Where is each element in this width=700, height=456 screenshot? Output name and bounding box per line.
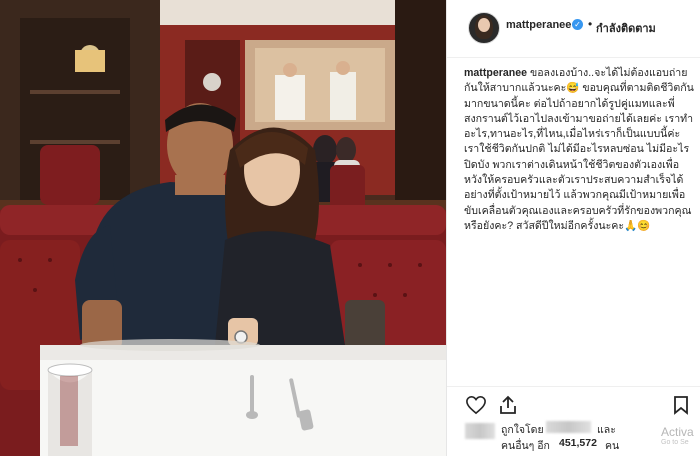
others-label: คนอื่นๆ อีก <box>501 440 550 452</box>
post-photo <box>0 0 446 456</box>
bookmark-icon[interactable] <box>673 395 689 415</box>
heart-icon[interactable] <box>465 395 487 415</box>
windows-activation-subtext: Go to Se <box>661 439 689 446</box>
caption-line: ขับเคลื่อนตัวคุณเองและครอบครัวที่รักของพ… <box>464 204 692 217</box>
like-count[interactable]: 451,572 <box>559 437 597 449</box>
caption-line: เราใช้ชีวิตกันปกติ ไม่ได้มีอะไรหลบซ่อน ไ… <box>464 143 690 156</box>
post-actions: ถูกใจโดย และ คนอื่นๆ อีก 451,572 คน Acti… <box>447 386 700 456</box>
separator-dot: • <box>588 17 593 31</box>
verified-badge-icon: ✓ <box>572 19 583 30</box>
windows-activation-watermark: Activa <box>661 425 694 439</box>
caption-line: ปิดบัง พวกเราต่างเดินหน้าใช้ชีวิตของตัวเ… <box>464 158 680 171</box>
and-label: และ <box>597 424 616 436</box>
caption-line: อย่างที่ตั้งเป้าหมายไว้ แล้วพวกคุณมีเป้า… <box>464 189 686 202</box>
liked-by-label: ถูกใจโดย <box>501 424 544 436</box>
caption-line: หรือยังคะ? สวัสดีปีใหม่อีกครั้งนะคะ🙏😊 <box>464 219 651 232</box>
avatar[interactable] <box>468 12 500 44</box>
post-side-panel: mattperanee ✓ • กำลังติดตาม mattperanee … <box>446 0 700 456</box>
people-label: คน <box>605 440 620 452</box>
share-icon[interactable] <box>498 395 518 415</box>
caption-line: มากขนาดนี้คะ ต่อไปถ้าอยากได้รูปคู่แมทและ… <box>464 97 675 110</box>
username-link[interactable]: mattperanee <box>506 19 571 31</box>
caption-line: หวังให้ครอบครัวและตัวเราประสบความสำเร็จไ… <box>464 174 684 187</box>
following-button[interactable]: กำลังติดตาม <box>596 19 656 37</box>
blurred-liker-name <box>546 421 591 433</box>
caption-line: กันให้สาบากแล้วนะคะ😅 ขอบคุณที่ตามติดชีวิ… <box>464 82 694 95</box>
instagram-post-screenshot: mattperanee ✓ • กำลังติดตาม mattperanee … <box>0 0 700 456</box>
caption-line: ขอลงเองบ้าง..จะได้ไม่ต้องแอบถ่าย <box>529 67 688 79</box>
post-header: mattperanee ✓ • กำลังติดตาม <box>447 0 700 58</box>
blurred-user-avatar <box>465 423 495 439</box>
caption-username[interactable]: mattperanee <box>464 67 527 79</box>
caption-line: สงกรานต์ไว้เอาไปลงเข้ามาขอถ่ายได้เลยค่ะ … <box>464 112 694 125</box>
post-caption: mattperanee ขอลงเองบ้าง..จะได้ไม่ต้องแอบ… <box>464 66 694 234</box>
caption-line: อะไร,ทานอะไร,ที่ไหน,เมื่อไหร่เราก็เป็นแบ… <box>464 128 681 141</box>
